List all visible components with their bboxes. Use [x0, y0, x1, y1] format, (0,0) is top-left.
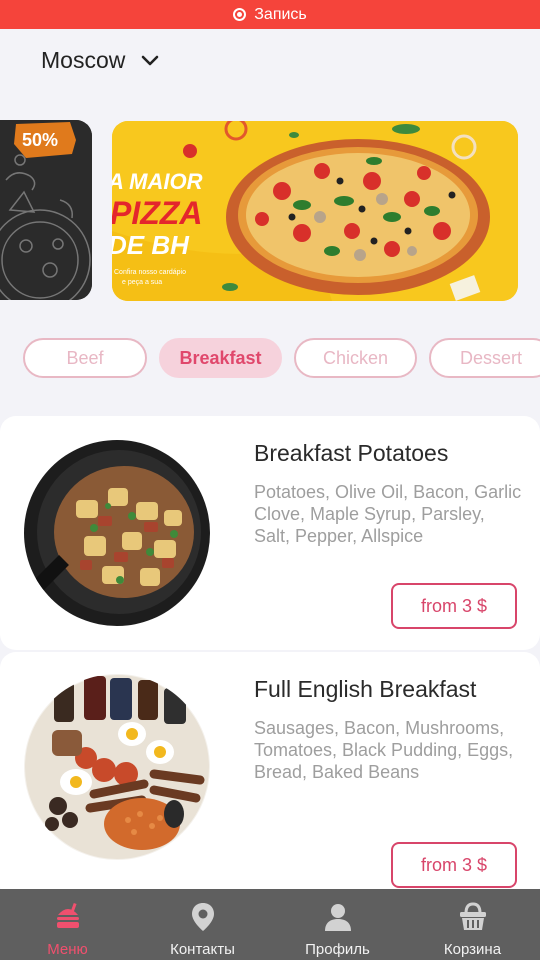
price-label: from 3 $	[420, 595, 488, 616]
discount-badge: 50%	[22, 130, 58, 150]
pizza-banner-art: A MAIOR PIZZA DE BH Confira nosso cardáp…	[112, 121, 518, 301]
burger-icon	[56, 902, 79, 928]
category-chip-label: Beef	[66, 347, 104, 368]
dish-ingredients: Potatoes, Olive Oil, Bacon, Garlic Clove…	[254, 482, 522, 546]
dish-title: Breakfast Potatoes	[254, 440, 449, 466]
city-selector[interactable]: Moscow	[41, 47, 159, 74]
price-button[interactable]: from 3 $	[391, 842, 517, 888]
category-chip-breakfast[interactable]: Breakfast	[159, 338, 282, 378]
category-chip-dessert[interactable]: Dessert	[429, 338, 540, 378]
category-chip-label: Chicken	[322, 347, 389, 368]
dish-title: Full English Breakfast	[254, 676, 477, 702]
dish-image-breakfast-potatoes	[24, 440, 210, 626]
person-icon	[324, 904, 351, 931]
dish-card[interactable]: Full English Breakfast Sausages, Bacon, …	[0, 652, 540, 902]
category-filter: Beef Breakfast Chicken Dessert	[0, 338, 540, 380]
price-label: from 3 $	[420, 854, 488, 875]
discount-banner-art: 50%	[0, 120, 92, 300]
banner-line-1: A MAIOR	[112, 169, 203, 194]
city-name: Moscow	[41, 47, 126, 73]
tab-label: Меню	[47, 941, 88, 958]
tab-profile[interactable]: Профиль	[270, 889, 405, 960]
bottom-tab-bar: Меню Контакты Профиль Корзина	[0, 889, 540, 960]
category-chip-label: Breakfast	[179, 347, 262, 368]
recording-status-bar[interactable]: Запись	[0, 0, 540, 29]
promo-banner-discount[interactable]: 50%	[0, 120, 92, 300]
tab-cart[interactable]: Корзина	[405, 889, 540, 960]
promo-carousel[interactable]: 50% A MAIOR PIZZA DE BH Confira nosso ca…	[0, 120, 540, 302]
recording-label: Запись	[254, 5, 307, 23]
chevron-down-icon	[142, 55, 159, 65]
basket-icon	[459, 902, 486, 930]
dish-image-full-english-breakfast	[24, 674, 210, 860]
banner-small-2: e peça a sua	[122, 279, 162, 286]
tab-label: Корзина	[443, 941, 502, 958]
price-button[interactable]: from 3 $	[391, 583, 517, 629]
tab-contacts[interactable]: Контакты	[135, 889, 270, 960]
banner-line-2: PIZZA	[112, 195, 202, 231]
category-chip-beef[interactable]: Beef	[23, 338, 147, 378]
tab-menu[interactable]: Меню	[0, 889, 135, 960]
banner-line-3: DE BH	[112, 230, 190, 260]
tab-label: Контакты	[170, 941, 235, 958]
banner-small-1: Confira nosso cardápio	[114, 269, 186, 276]
category-chip-label: Dessert	[459, 347, 522, 368]
tab-label: Профиль	[305, 941, 370, 958]
category-chip-chicken[interactable]: Chicken	[294, 338, 417, 378]
dish-card[interactable]: Breakfast Potatoes Potatoes, Olive Oil, …	[0, 416, 540, 650]
record-icon	[233, 8, 247, 21]
promo-banner-pizza[interactable]: A MAIOR PIZZA DE BH Confira nosso cardáp…	[112, 121, 518, 301]
location-pin-icon	[191, 903, 214, 931]
dish-ingredients: Sausages, Bacon, Mushrooms, Tomatoes, Bl…	[254, 718, 514, 782]
